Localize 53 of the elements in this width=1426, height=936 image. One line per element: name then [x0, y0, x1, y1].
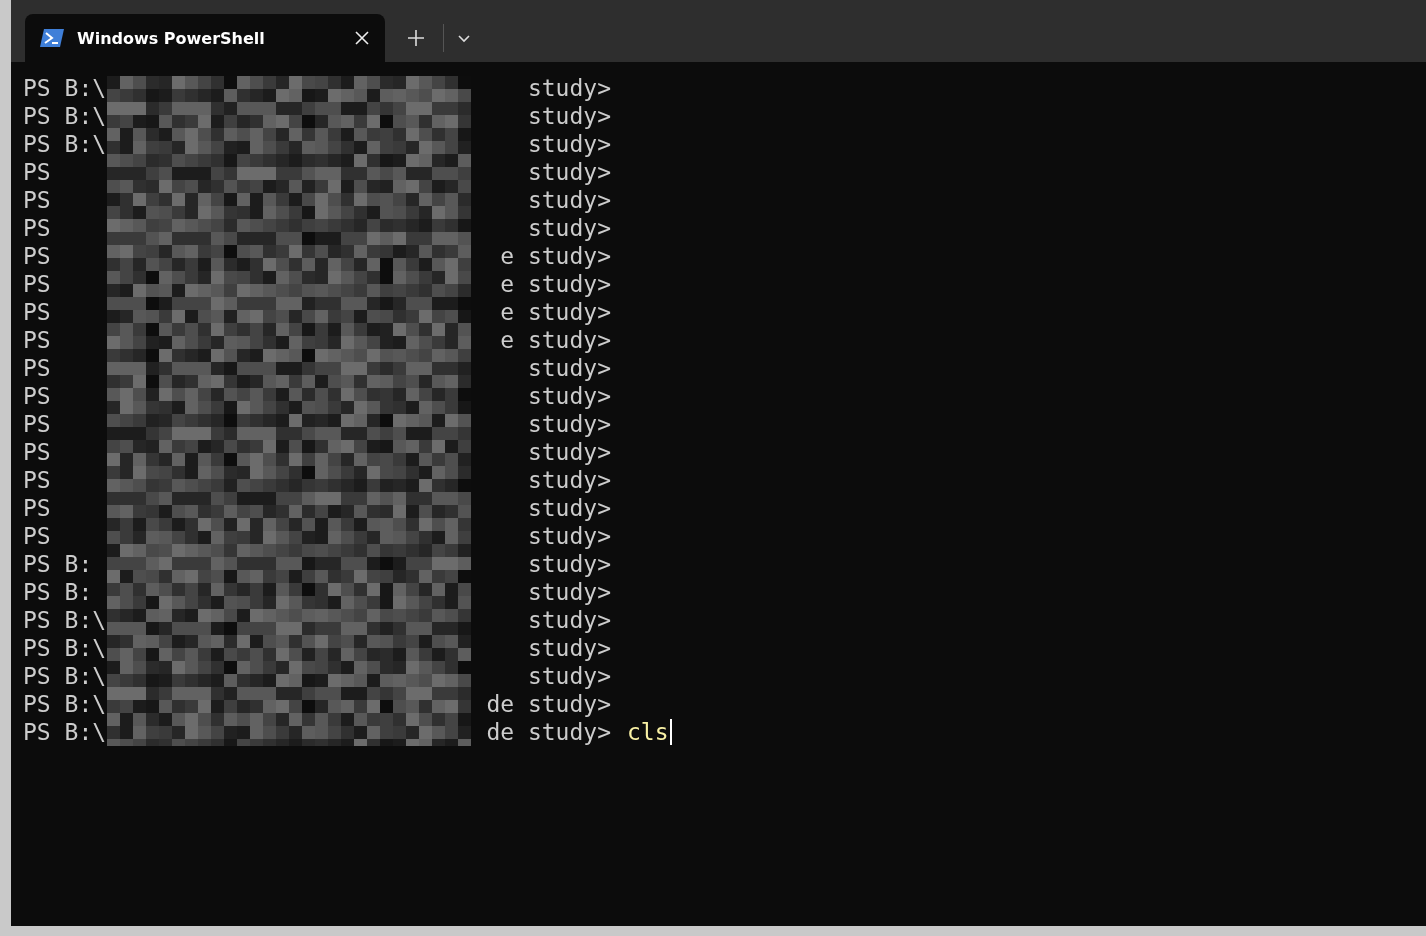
prompt-text: study>	[527, 522, 611, 550]
prompt-text: PS	[23, 354, 51, 382]
terminal-tab[interactable]: Windows PowerShell	[25, 14, 385, 62]
prompt-text: study>	[527, 438, 611, 466]
prompt-text: study>	[527, 466, 611, 494]
prompt-text: study>	[527, 214, 611, 242]
prompt-text: PS	[23, 270, 51, 298]
prompt-text: study>	[527, 382, 611, 410]
prompt-text: PS	[23, 242, 51, 270]
prompt-text: e study>	[500, 326, 611, 354]
prompt-text: study>	[527, 410, 611, 438]
prompt-text: study>	[527, 494, 611, 522]
close-icon[interactable]	[355, 31, 369, 45]
prompt-text: e study>	[500, 270, 611, 298]
prompt-text: PS	[23, 494, 51, 522]
prompt-text: PS	[23, 522, 51, 550]
prompt-text: PS B:\	[23, 662, 107, 690]
prompt-text: PS	[23, 298, 51, 326]
prompt-text: de study>	[486, 718, 611, 746]
prompt-text: PS	[23, 410, 51, 438]
prompt-text: PS B:\	[23, 634, 107, 662]
command-text: cls	[627, 718, 669, 746]
prompt-text: PS	[23, 438, 51, 466]
prompt-text: PS B:\	[23, 690, 107, 718]
prompt-text: PS B:\	[23, 718, 107, 746]
prompt-text: PS B:	[23, 550, 93, 578]
prompt-text: study>	[527, 130, 611, 158]
prompt-text: PS B:\	[23, 606, 107, 634]
prompt-text: PS B:	[23, 578, 93, 606]
prompt-text: study>	[527, 550, 611, 578]
prompt-text: PS	[23, 382, 51, 410]
prompt-text: study>	[527, 662, 611, 690]
prompt-text: PS B:\	[23, 102, 107, 130]
prompt-text: study>	[527, 578, 611, 606]
prompt-text: study>	[527, 606, 611, 634]
prompt-text: PS B:\	[23, 130, 107, 158]
prompt-text: e study>	[500, 298, 611, 326]
prompt-text: PS B:\	[23, 74, 107, 102]
prompt-text: PS	[23, 326, 51, 354]
prompt-text: de study>	[486, 690, 611, 718]
prompt-text: PS	[23, 214, 51, 242]
prompt-text: PS	[23, 466, 51, 494]
prompt-text: study>	[527, 158, 611, 186]
tab-title: Windows PowerShell	[77, 28, 266, 48]
powershell-icon	[39, 28, 65, 48]
prompt-text: e study>	[500, 242, 611, 270]
prompt-text: study>	[527, 634, 611, 662]
prompt-text: study>	[527, 186, 611, 214]
prompt-text: study>	[527, 354, 611, 382]
prompt-text: study>	[527, 74, 611, 102]
prompt-text: PS	[23, 158, 51, 186]
prompt-text: study>	[527, 102, 611, 130]
prompt-text: PS	[23, 186, 51, 214]
